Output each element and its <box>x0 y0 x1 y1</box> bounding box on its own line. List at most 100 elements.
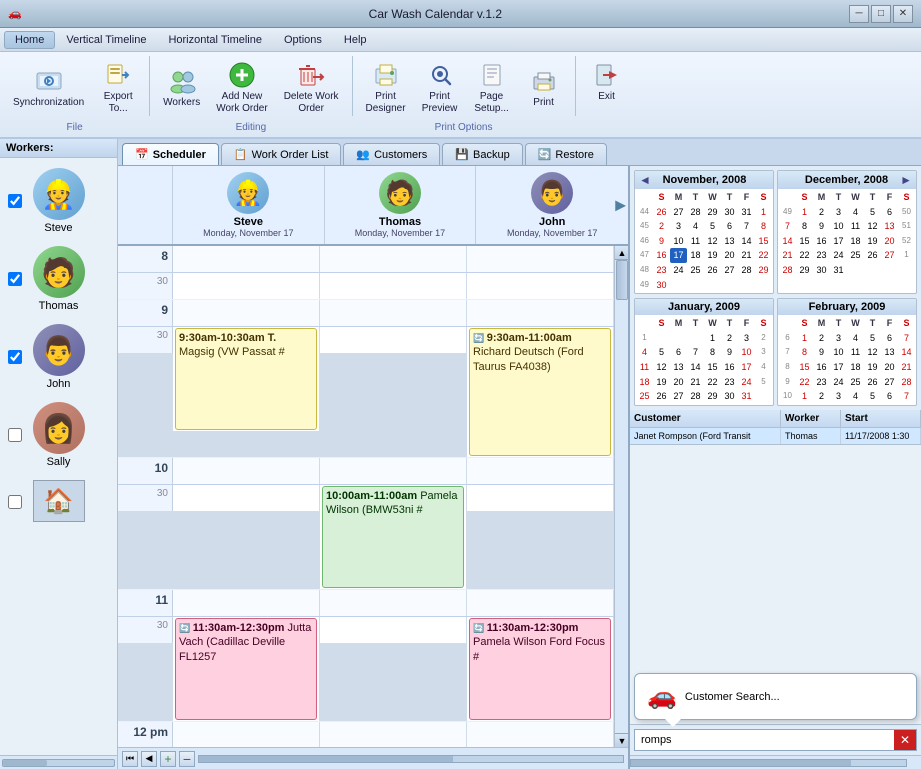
cal-cell-2-0[interactable]: 8 <box>779 360 796 375</box>
cal-cell-3-5[interactable]: 25 <box>847 248 864 263</box>
tab-scheduler[interactable]: 📅 Scheduler <box>122 143 219 165</box>
wo-row-1[interactable]: Janet Rompson (Ford Transit Thomas 11/17… <box>630 428 921 445</box>
cal-cell-0-2[interactable]: 2 <box>813 331 830 346</box>
cal-cell-0-6[interactable]: 3 <box>738 331 755 346</box>
worker-item-thomas[interactable]: 🧑 Thomas <box>4 240 113 318</box>
cal-cell-2-3[interactable]: 13 <box>670 360 687 375</box>
cal-cell-1-5[interactable]: 12 <box>864 345 881 360</box>
cal-cell-2-4[interactable]: 17 <box>830 234 847 249</box>
cal-cell-5-4[interactable] <box>704 278 721 293</box>
cal-cell-4-7[interactable]: 29 <box>755 263 772 278</box>
cal-cell-2-5[interactable]: 15 <box>704 360 721 375</box>
cal-cell-2-4[interactable]: 14 <box>687 360 704 375</box>
scroll-up-button[interactable]: ▲ <box>615 246 628 260</box>
schedule-scroll-area[interactable]: 8309309:30am-10:30am T. Magsig (VW Passa… <box>118 246 614 747</box>
cal-cell-2-6[interactable]: 20 <box>881 360 898 375</box>
cal-cell-0-4[interactable]: 4 <box>847 205 864 220</box>
nav-first-button[interactable]: ⏮ <box>122 751 138 767</box>
export-button[interactable]: ExportTo... <box>93 56 143 120</box>
cal-cell-1-2[interactable]: 5 <box>653 345 670 360</box>
steve-appt-block-3[interactable]: 9:30am-10:30am T. Magsig (VW Passat # <box>175 328 317 430</box>
cal-cell-3-2[interactable]: 17 <box>670 248 687 263</box>
cal-cell-0-7[interactable]: 1 <box>755 205 772 220</box>
cal-cell-1-6[interactable]: 9 <box>721 345 738 360</box>
cal-cell-4-4[interactable]: 28 <box>687 389 704 404</box>
menu-help[interactable]: Help <box>333 31 378 49</box>
steve-appt-7[interactable]: 🔄 11:30am-12:30pm Jutta Vach (Cadillac D… <box>173 617 320 721</box>
cal-cell-4-6[interactable]: 28 <box>738 263 755 278</box>
print-preview-button[interactable]: PrintPreview <box>415 56 465 120</box>
cal-cell-3-4[interactable]: 19 <box>704 248 721 263</box>
cal-cell-1-3[interactable]: 9 <box>813 219 830 234</box>
delete-work-order-button[interactable]: Delete WorkOrder <box>277 56 346 120</box>
cal-cell-0-3[interactable]: 28 <box>687 205 704 220</box>
cal-cell-3-7[interactable]: 27 <box>881 248 898 263</box>
cal-cell-3-5[interactable]: 20 <box>721 248 738 263</box>
cal-cell-3-1[interactable]: 18 <box>636 375 653 390</box>
cal-cell-1-4[interactable]: 10 <box>830 219 847 234</box>
cal-cell-3-1[interactable]: 21 <box>779 248 796 263</box>
cal-cell-2-1[interactable]: 9 <box>653 234 670 249</box>
cal-cell-1-5[interactable]: 8 <box>704 345 721 360</box>
cal-cell-2-0[interactable]: 51 <box>898 219 915 234</box>
cal-cell-4-4[interactable]: 31 <box>830 263 847 278</box>
cal-cell-4-0[interactable]: 5 <box>755 375 772 390</box>
cal-cell-0-1[interactable] <box>653 331 670 346</box>
cal-cell-5-2[interactable] <box>670 278 687 293</box>
cal-cell-1-2[interactable]: 8 <box>796 219 813 234</box>
maximize-button[interactable]: □ <box>871 5 891 23</box>
cal-cell-4-5[interactable]: 5 <box>864 389 881 404</box>
cal-cell-1-0[interactable]: 45 <box>636 219 653 234</box>
cal-cell-0-6[interactable]: 6 <box>881 205 898 220</box>
cal-cell-2-2[interactable]: 15 <box>796 234 813 249</box>
cal-cell-4-3[interactable]: 3 <box>830 389 847 404</box>
cal-cell-0-4[interactable]: 29 <box>704 205 721 220</box>
cal-cell-1-7[interactable]: 8 <box>755 219 772 234</box>
search-clear-button[interactable]: ✕ <box>894 730 916 750</box>
cal-cell-3-2[interactable]: 23 <box>813 375 830 390</box>
cal-cell-3-7[interactable]: 22 <box>755 248 772 263</box>
cal-cell-2-7[interactable]: 21 <box>898 360 915 375</box>
cal-cell-1-0[interactable]: 50 <box>898 205 915 220</box>
worker-item-sally[interactable]: 👩 Sally <box>4 396 113 474</box>
cal-cell-0-4[interactable]: 4 <box>847 331 864 346</box>
cal-cell-3-7[interactable]: 24 <box>738 375 755 390</box>
cal-cell-2-7[interactable]: 20 <box>881 234 898 249</box>
worker-checkbox-sally[interactable] <box>8 428 22 442</box>
worker-item-john[interactable]: 👨 John <box>4 318 113 396</box>
cal-cell-2-3[interactable]: 16 <box>813 234 830 249</box>
cal-cell-5-7[interactable] <box>755 278 772 293</box>
cal-cell-0-1[interactable]: 26 <box>653 205 670 220</box>
right-scrollbar-track[interactable] <box>630 759 907 767</box>
cal-cell-1-3[interactable]: 4 <box>687 219 704 234</box>
cal-cell-4-1[interactable]: 23 <box>653 263 670 278</box>
cal-cell-1-4[interactable]: 7 <box>687 345 704 360</box>
cal-cell-5-0[interactable]: 49 <box>636 278 653 293</box>
cal-cell-2-4[interactable]: 12 <box>704 234 721 249</box>
cal-cell-0-4[interactable]: 1 <box>704 331 721 346</box>
cal-cell-1-4[interactable]: 11 <box>847 345 864 360</box>
tab-customers[interactable]: 👥 Customers <box>343 143 440 165</box>
cal-cell-3-1[interactable]: 16 <box>653 248 670 263</box>
cal-cell-4-3[interactable]: 27 <box>670 389 687 404</box>
december-next-button[interactable]: ► <box>900 173 912 187</box>
cal-cell-5-5[interactable] <box>721 278 738 293</box>
john-appt-block-7[interactable]: 🔄 11:30am-12:30pm Pamela Wilson Ford Foc… <box>469 618 611 720</box>
schedule-scrollbar-v[interactable]: ▲ ▼ <box>614 246 628 747</box>
cal-cell-4-7[interactable]: 31 <box>738 389 755 404</box>
cal-cell-4-0[interactable]: 10 <box>779 389 796 404</box>
cal-cell-0-2[interactable]: 27 <box>670 205 687 220</box>
cal-cell-1-1[interactable]: 8 <box>796 345 813 360</box>
add-work-order-button[interactable]: Add NewWork Order <box>209 56 275 120</box>
cal-cell-2-3[interactable]: 17 <box>830 360 847 375</box>
cal-cell-0-3[interactable] <box>687 331 704 346</box>
cal-cell-1-2[interactable]: 3 <box>670 219 687 234</box>
cal-cell-3-0[interactable]: 4 <box>755 360 772 375</box>
cal-cell-0-0[interactable]: 44 <box>636 205 653 220</box>
cal-cell-0-2[interactable]: 2 <box>813 205 830 220</box>
cal-cell-0-5[interactable]: 30 <box>721 205 738 220</box>
tab-work-order-list[interactable]: 📋 Work Order List <box>221 143 342 165</box>
zoom-remove-button[interactable]: − <box>179 751 195 767</box>
search-input[interactable] <box>635 731 894 749</box>
cal-cell-3-3[interactable]: 24 <box>830 375 847 390</box>
